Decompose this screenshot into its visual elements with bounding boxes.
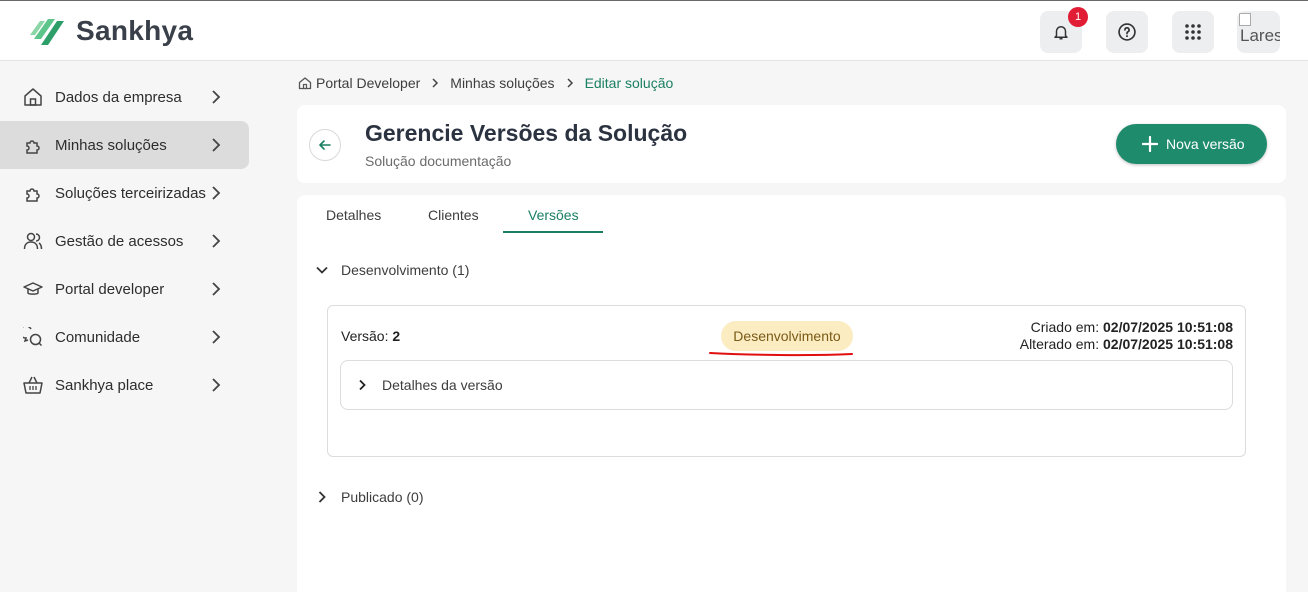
published-section-toggle[interactable]: Publicado (0)	[315, 489, 424, 505]
sidebar-item-label: Soluções terceirizadas	[55, 184, 206, 202]
chevron-right-icon	[212, 234, 221, 248]
breadcrumb-minhas-solucoes[interactable]: Minhas soluções	[450, 75, 554, 91]
chevron-right-icon	[432, 78, 439, 88]
help-button[interactable]	[1106, 11, 1148, 53]
breadcrumb-portal-developer[interactable]: Portal Developer	[316, 75, 420, 91]
help-circle-icon	[1118, 23, 1136, 41]
development-section-label: Desenvolvimento (1)	[341, 262, 470, 278]
version-label: Versão:	[341, 328, 389, 344]
sidebar-item-portal-developer[interactable]: Portal developer	[0, 265, 249, 313]
sidebar-item-label: Portal developer	[55, 280, 165, 298]
version-number: Versão: 2	[341, 328, 400, 344]
puzzle-icon	[26, 140, 40, 154]
chevron-right-icon	[212, 90, 221, 104]
tab-versoes[interactable]: Versões	[528, 207, 579, 223]
plus-icon	[1142, 136, 1158, 152]
version-details-label: Detalhes da versão	[382, 377, 503, 393]
chevron-right-icon	[212, 138, 221, 152]
page-header-card: Gerencie Versões da Solução Solução docu…	[297, 105, 1286, 183]
version-card: Versão: 2 Desenvolvimento Criado em: 02/…	[327, 305, 1246, 457]
sidebar-item-minhas-solucoes[interactable]: Minhas soluções	[0, 121, 249, 169]
notification-badge: 1	[1068, 7, 1088, 27]
development-section-toggle[interactable]: Desenvolvimento (1)	[315, 262, 469, 278]
graduation-cap-icon	[23, 282, 43, 295]
sidebar-item-gestao-de-acessos[interactable]: Gestão de acessos	[0, 217, 249, 265]
annotation-underline	[709, 352, 853, 357]
notifications-button[interactable]: 1	[1040, 7, 1088, 53]
brand-name: Sankhya	[76, 15, 194, 46]
page-title: Gerencie Versões da Solução	[365, 120, 688, 146]
chevron-right-icon	[359, 379, 366, 391]
building-icon	[24, 88, 42, 106]
chevron-down-icon	[316, 266, 328, 274]
updated-value: 02/07/2025 10:51:08	[1103, 336, 1233, 352]
sidebar-item-label: Sankhya place	[55, 376, 154, 394]
sidebar-item-label: Minhas soluções	[55, 136, 167, 154]
chevron-right-icon	[212, 330, 221, 344]
status-badge: Desenvolvimento	[721, 321, 853, 351]
broken-image-icon	[1239, 13, 1251, 26]
versions-content-card: Detalhes Clientes Versões Desenvolviment…	[297, 195, 1286, 592]
sidebar-item-label: Dados da empresa	[55, 88, 182, 106]
back-button[interactable]	[309, 129, 341, 161]
sankhya-logo[interactable]: Sankhya	[28, 13, 193, 49]
sidebar-item-dados-da-empresa[interactable]: Dados da empresa	[0, 73, 249, 121]
basket-icon	[23, 376, 43, 394]
top-bar: Sankhya 1 Lares	[0, 0, 1308, 61]
version-dates: Criado em: 02/07/2025 10:51:08 Alterado …	[1020, 319, 1233, 353]
chevron-right-icon	[212, 282, 221, 296]
breadcrumb-editar-solucao: Editar solução	[584, 75, 674, 91]
arrow-left-icon	[319, 140, 331, 150]
user-avatar[interactable]: Lares	[1237, 11, 1280, 53]
puzzle-outline-icon	[26, 188, 40, 202]
users-icon	[23, 232, 43, 250]
created-label: Criado em:	[1030, 319, 1100, 335]
sankhya-logo-icon	[30, 19, 64, 45]
updated-label: Alterado em:	[1019, 336, 1100, 352]
chevron-right-icon	[318, 491, 326, 503]
version-details-accordion[interactable]: Detalhes da versão	[340, 360, 1233, 410]
created-date-row: Criado em: 02/07/2025 10:51:08	[1020, 319, 1233, 336]
apps-grid-icon	[1185, 24, 1201, 40]
tab-clientes[interactable]: Clientes	[428, 207, 479, 223]
sidebar-item-label: Comunidade	[55, 328, 141, 346]
breadcrumb: Portal Developer Minhas soluções Editar …	[298, 74, 673, 92]
sidebar-item-sankhya-place[interactable]: Sankhya place	[0, 361, 249, 409]
updated-date-row: Alterado em: 02/07/2025 10:51:08	[1020, 336, 1233, 353]
sidebar-item-comunidade[interactable]: Comunidade	[0, 313, 249, 361]
tab-detalhes[interactable]: Detalhes	[326, 207, 381, 223]
sidebar-item-solucoes-terceirizadas[interactable]: Soluções terceirizadas	[0, 169, 249, 217]
version-value: 2	[392, 328, 401, 344]
page-subtitle: Solução documentação	[365, 153, 512, 169]
new-version-label: Nova versão	[1166, 136, 1245, 152]
active-tab-indicator	[503, 231, 603, 233]
sidebar: Dados da empresa Minhas soluções Soluçõe…	[0, 62, 274, 592]
sidebar-item-label: Gestão de acessos	[55, 232, 184, 250]
new-version-button[interactable]: Nova versão	[1116, 124, 1267, 164]
chevron-right-icon	[567, 78, 573, 88]
bell-icon	[1054, 26, 1068, 40]
home-icon	[298, 77, 312, 90]
avatar-alt-text: Lares	[1240, 26, 1280, 45]
published-section-label: Publicado (0)	[341, 489, 424, 505]
created-value: 02/07/2025 10:51:08	[1103, 319, 1233, 335]
chevron-right-icon	[212, 186, 221, 200]
chevron-right-icon	[212, 378, 221, 392]
apps-button[interactable]	[1172, 11, 1214, 53]
chat-bubbles-icon	[23, 327, 43, 347]
